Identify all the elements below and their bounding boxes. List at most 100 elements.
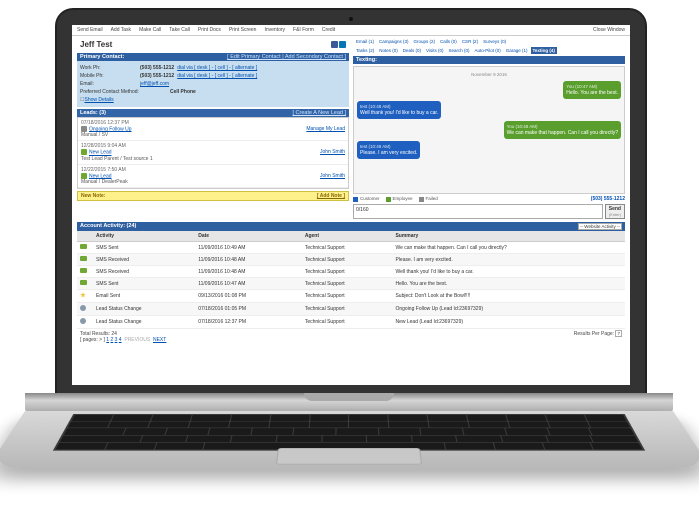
cell-activity: Lead Status Change [93, 303, 195, 316]
col-date[interactable]: Date [195, 231, 302, 242]
circ-icon [80, 305, 86, 311]
cell-activity: Email Sent [93, 290, 195, 303]
legend-customer: Customer [353, 196, 380, 201]
cell-date: 07/18/2016 01:05 PM [195, 303, 302, 316]
lead-item[interactable]: 12/22/2015 7:50 AM New LeadJohn Smith Ma… [78, 165, 348, 188]
page-3[interactable]: 3 [115, 337, 118, 343]
menu-take-call[interactable]: Take Call [169, 27, 190, 33]
tab-visits[interactable]: Visits (0) [424, 47, 445, 54]
new-note-label: New Note: [81, 193, 105, 199]
laptop-base [25, 393, 673, 508]
facebook-icon[interactable] [331, 41, 338, 48]
table-row[interactable]: SMS Received11/09/2016 10:48 AMTechnical… [77, 254, 625, 266]
table-row[interactable]: SMS Sent11/09/2016 10:49 AMTechnical Sup… [77, 242, 625, 254]
lead-item[interactable]: 07/18/2016 12:37 PM Ongoing Follow UpMan… [78, 118, 348, 141]
tab-calls[interactable]: Calls (0) [438, 38, 459, 45]
menu-add-task[interactable]: Add Task [111, 27, 131, 33]
cell-summary: New Lead (Lead Id:23697329) [392, 316, 625, 329]
cell-agent: Technical Support [302, 266, 393, 278]
tab-search[interactable]: Search (0) [446, 47, 471, 54]
menu-print-docs[interactable]: Print Docs [198, 27, 221, 33]
add-note-link[interactable]: [ Add Note ] [317, 193, 345, 199]
website-activity-select[interactable]: -- Website Activity -- [578, 223, 622, 230]
tab-garage[interactable]: Garage (1) [504, 47, 530, 54]
lead-title[interactable]: New Lead [89, 150, 112, 156]
pages-label: [ pages: > ] [80, 337, 105, 343]
message-out: You (10:47 AM) Hello. You are the best. [563, 81, 621, 99]
tab-notes[interactable]: Notes (0) [377, 47, 400, 54]
status-badge-icon [81, 126, 87, 132]
menu-fi-form[interactable]: F&I Form [293, 27, 314, 33]
mobile-phone-value: (503) 555-1212 [140, 73, 174, 79]
next-link[interactable]: NEXT [153, 337, 166, 343]
col-agent[interactable]: Agent [302, 231, 393, 242]
send-button[interactable]: Send (Enter) [605, 204, 625, 219]
pager: Total Results: 24 [ pages: > ] 1 2 3 4 P… [77, 329, 625, 345]
tabs-row-top: Email (1) Campaigns (3) Groups (2) Calls… [353, 38, 625, 45]
notch [304, 393, 394, 401]
email-value[interactable]: jeff@jeff.com [140, 81, 169, 87]
cell-agent: Technical Support [302, 316, 393, 329]
tab-email[interactable]: Email (1) [354, 38, 376, 45]
menu-print-screen[interactable]: Print Screen [229, 27, 257, 33]
message-from: You (10:47 AM) [566, 84, 618, 89]
tab-groups[interactable]: Groups (2) [412, 38, 438, 45]
menu-credit[interactable]: Credit [322, 27, 335, 33]
texting-body: November 9 2016 You (10:47 AM) Hello. Yo… [353, 66, 625, 194]
tab-campaigns[interactable]: Campaigns (3) [377, 38, 411, 45]
tab-csr[interactable]: CSR (2) [460, 38, 480, 45]
lead-sub: Test Lead Parent / Test source 1 [81, 156, 345, 162]
col-activity[interactable]: Activity [93, 231, 195, 242]
menu-inventory[interactable]: Inventory [264, 27, 285, 33]
linkedin-icon[interactable] [339, 41, 346, 48]
right-column: Email (1) Campaigns (3) Groups (2) Calls… [353, 38, 625, 219]
table-row[interactable]: Email Sent09/13/2016 01:08 PMTechnical S… [77, 290, 625, 303]
create-lead-link[interactable]: [ Create A New Lead ] [292, 110, 346, 116]
tab-texting[interactable]: Texting (4) [531, 47, 557, 54]
message-from: You (10:48 AM) [507, 124, 618, 129]
activity-head: Account Activity: (24) -- Website Activi… [77, 222, 625, 231]
send-row: 0/160 Send (Enter) [353, 204, 625, 219]
close-window[interactable]: Close Window [593, 27, 625, 33]
message-date: November 9 2016 [357, 72, 621, 77]
edit-contact-link[interactable]: [ Edit Primary Contact | Add Secondary C… [227, 54, 346, 60]
activity-panel: Account Activity: (24) -- Website Activi… [77, 222, 625, 345]
tab-surveys[interactable]: Surveys (0) [481, 38, 508, 45]
page-1[interactable]: 1 [106, 337, 109, 343]
work-phone-label: Work Ph: [80, 65, 140, 71]
menu-make-call[interactable]: Make Call [139, 27, 161, 33]
lead-item[interactable]: 12/28/2015 9:04 AM New LeadJohn Smith Te… [78, 141, 348, 164]
mobile-phone-label: Mobile Ph: [80, 73, 140, 79]
status-badge-icon [81, 149, 87, 155]
menu-send-email[interactable]: Send Email [77, 27, 103, 33]
cell-agent: Technical Support [302, 242, 393, 254]
lead-owner-link[interactable]: John Smith [320, 173, 345, 179]
table-row[interactable]: SMS Received11/09/2016 10:48 AMTechnical… [77, 266, 625, 278]
lead-manage-link[interactable]: Manage My Lead [306, 126, 345, 132]
cell-agent: Technical Support [302, 278, 393, 290]
tab-deals[interactable]: Deals (0) [401, 47, 423, 54]
contact-name: Jeff Test [80, 40, 112, 49]
work-dial-links[interactable]: dial via [ desk ] - [ cell ] - [ alterna… [177, 65, 257, 71]
legend-employee: Employee [386, 196, 413, 201]
col-summary[interactable]: Summary [392, 231, 625, 242]
cell-date: 07/18/2016 12:37 PM [195, 316, 302, 329]
message-from: test (10:49 AM) [360, 144, 417, 149]
page-4[interactable]: 4 [119, 337, 122, 343]
rpp-select[interactable]: 7 [615, 330, 622, 337]
lead-sub: Manual / DealerPeak [81, 179, 345, 185]
tab-tasks[interactable]: Tasks (2) [354, 47, 376, 54]
sms-icon [80, 268, 87, 273]
table-row[interactable]: Lead Status Change07/18/2016 12:37 PMTec… [77, 316, 625, 329]
message-input[interactable]: 0/160 [353, 204, 603, 219]
lead-owner-link[interactable]: John Smith [320, 149, 345, 155]
show-details-link[interactable]: Show Details [84, 97, 113, 103]
table-row[interactable]: Lead Status Change07/18/2016 01:05 PMTec… [77, 303, 625, 316]
page-2[interactable]: 2 [110, 337, 113, 343]
mobile-dial-links[interactable]: dial via [ desk ] - [ cell ] - [ alterna… [177, 73, 257, 79]
table-row[interactable]: SMS Sent11/09/2016 10:47 AMTechnical Sup… [77, 278, 625, 290]
camera-icon [349, 17, 353, 21]
tab-autopilot[interactable]: Auto-Pilot (0) [472, 47, 502, 54]
new-note-bar: New Note: [ Add Note ] [77, 191, 349, 201]
message-text: We can make that happen. Can I call you … [507, 130, 618, 136]
